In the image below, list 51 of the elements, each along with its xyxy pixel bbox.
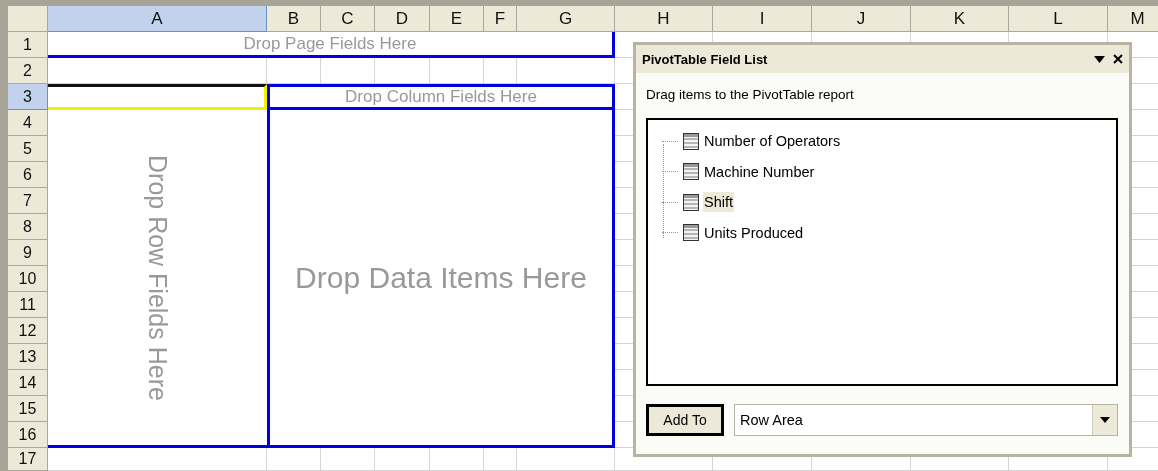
field-icon <box>683 224 699 242</box>
add-to-button[interactable]: Add To <box>646 404 724 436</box>
dropdown-button[interactable] <box>1092 405 1117 435</box>
close-icon[interactable] <box>1113 54 1123 64</box>
column-header[interactable]: K <box>911 6 1009 32</box>
row-header[interactable]: 5 <box>8 136 48 162</box>
row-header[interactable]: 9 <box>8 240 48 266</box>
page-fields-drop-zone: Drop Page Fields Here <box>48 32 615 58</box>
field-item[interactable]: Units Produced <box>681 220 807 245</box>
column-header[interactable]: G <box>517 6 615 32</box>
field-item[interactable]: Machine Number <box>681 159 818 184</box>
field-item[interactable]: Shift <box>681 190 736 215</box>
row-header[interactable]: 10 <box>8 266 48 292</box>
column-fields-drop-zone: Drop Column Fields Here <box>267 84 615 110</box>
row-header[interactable]: 2 <box>8 58 48 84</box>
column-header[interactable]: L <box>1009 6 1108 32</box>
row-header[interactable]: 13 <box>8 344 48 370</box>
row-header[interactable]: 8 <box>8 214 48 240</box>
column-header[interactable]: M <box>1108 6 1158 32</box>
column-header[interactable]: B <box>267 6 321 32</box>
row-header[interactable]: 4 <box>8 110 48 136</box>
area-select[interactable]: Row Area <box>734 404 1118 436</box>
row-header[interactable]: 17 <box>8 448 48 471</box>
row-header[interactable]: 16 <box>8 422 48 448</box>
active-cell[interactable] <box>48 84 267 110</box>
row-header[interactable]: 7 <box>8 188 48 214</box>
field-item[interactable]: Number of Operators <box>681 129 844 154</box>
instruction-text: Drag items to the PivotTable report <box>645 86 855 102</box>
column-header[interactable]: I <box>713 6 812 32</box>
row-header[interactable]: 14 <box>8 370 48 396</box>
caret-icon <box>1100 417 1110 423</box>
panel-title: PivotTable Field List <box>642 51 769 67</box>
row-header[interactable]: 1 <box>8 32 48 58</box>
column-header[interactable]: E <box>430 6 484 32</box>
row-header[interactable]: 15 <box>8 396 48 422</box>
row-fields-drop-zone: Drop Row Fields Here <box>48 110 267 448</box>
row-header[interactable]: 12 <box>8 318 48 344</box>
field-icon <box>683 163 699 181</box>
dropdown-icon[interactable] <box>1094 55 1105 63</box>
row-header[interactable]: 3 <box>8 84 48 110</box>
column-header[interactable]: C <box>321 6 375 32</box>
column-header[interactable]: F <box>484 6 517 32</box>
row-header[interactable]: 11 <box>8 292 48 318</box>
column-header[interactable]: H <box>615 6 713 32</box>
column-header[interactable]: A <box>48 6 267 32</box>
data-items-drop-zone: Drop Data Items Here <box>267 110 615 448</box>
field-icon <box>683 193 699 211</box>
row-header[interactable]: 6 <box>8 162 48 188</box>
field-icon <box>683 132 699 150</box>
column-header[interactable]: D <box>375 6 430 32</box>
column-header[interactable]: J <box>812 6 911 32</box>
